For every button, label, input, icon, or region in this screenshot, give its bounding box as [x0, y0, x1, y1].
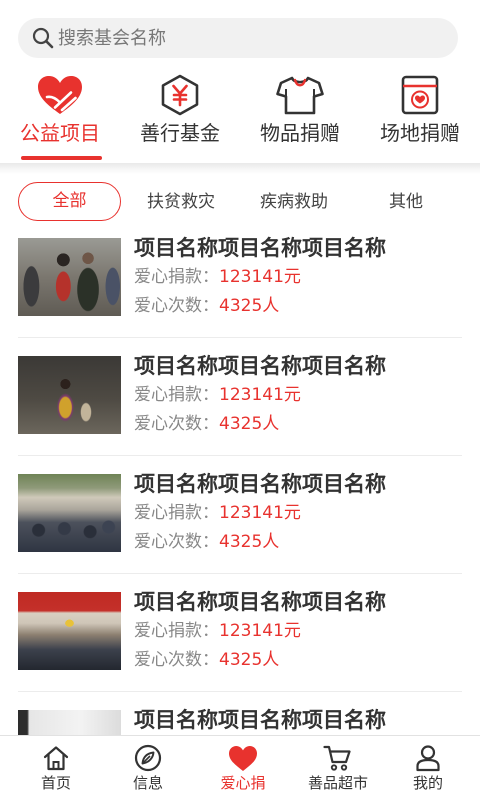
- heart-hand-icon: [0, 74, 120, 116]
- search-input[interactable]: [58, 18, 438, 58]
- heart-box-icon: [401, 75, 439, 115]
- project-title: 项目名称项目名称项目名称: [134, 472, 386, 496]
- nav-label: 信息: [132, 774, 163, 792]
- bottom-nav: 首页 信息 爱心捐 善品超市 我的: [0, 735, 480, 800]
- donation-row: 爱心捐款：123141元: [134, 502, 301, 524]
- donor-count-value: 4325人: [219, 532, 280, 552]
- category-label: 善行基金: [140, 121, 220, 145]
- donation-value: 123141元: [219, 503, 301, 523]
- nav-profile[interactable]: 我的: [383, 736, 473, 800]
- nav-love-donate[interactable]: 爱心捐: [198, 736, 288, 800]
- donor-count-label: 爱心次数：: [134, 414, 219, 434]
- compass-icon: [103, 743, 193, 773]
- nav-home[interactable]: 首页: [11, 736, 101, 800]
- category-tab-charity-fund[interactable]: 善行基金: [120, 70, 240, 163]
- active-category-indicator: [21, 156, 102, 160]
- donation-row: 爱心捐款：123141元: [134, 266, 301, 288]
- category-label: 场地捐赠: [380, 121, 460, 145]
- list-divider: [18, 573, 462, 574]
- nav-charity-mart[interactable]: 善品超市: [293, 736, 383, 800]
- project-title: 项目名称项目名称项目名称: [134, 354, 386, 378]
- filter-tab-all[interactable]: 全部: [18, 182, 121, 221]
- category-tab-venue-donation[interactable]: 场地捐赠: [360, 70, 480, 163]
- donor-count-label: 爱心次数：: [134, 650, 219, 670]
- yuan-hexagon-icon: [120, 74, 240, 116]
- project-item[interactable]: 项目名称项目名称项目名称 爱心捐款：123141元 爱心次数：4325人: [0, 354, 480, 474]
- nav-label: 首页: [40, 774, 71, 792]
- tshirt-icon: [276, 76, 324, 115]
- heart-hand-icon: [38, 76, 82, 114]
- section-divider: [0, 163, 480, 174]
- donor-count-value: 4325人: [219, 414, 280, 434]
- category-label: 物品捐赠: [260, 121, 340, 145]
- project-thumbnail: [18, 238, 121, 316]
- donation-label: 爱心捐款：: [134, 503, 219, 523]
- cart-icon: [293, 743, 383, 773]
- project-item[interactable]: 项目名称项目名称项目名称 爱心捐款：123141元 爱心次数：4325人: [0, 590, 480, 710]
- donor-count-value: 4325人: [219, 296, 280, 316]
- tshirt-icon: [240, 74, 360, 116]
- user-icon: [383, 743, 473, 773]
- project-title: 项目名称项目名称项目名称: [134, 236, 386, 260]
- compass-icon: [134, 744, 162, 772]
- project-item[interactable]: 项目名称项目名称项目名称 爱心捐款：123141元 爱心次数：4325人: [0, 236, 480, 356]
- donation-value: 123141元: [219, 385, 301, 405]
- category-tab-public-welfare[interactable]: 公益项目: [0, 70, 120, 163]
- search-icon: [32, 27, 54, 49]
- home-icon: [43, 746, 69, 771]
- donor-count-label: 爱心次数：: [134, 532, 219, 552]
- donor-count-label: 爱心次数：: [134, 296, 219, 316]
- filter-tab-other[interactable]: 其他: [356, 182, 456, 221]
- project-title: 项目名称项目名称项目名称: [134, 590, 386, 614]
- yuan-hexagon-icon: [161, 74, 199, 116]
- donation-row: 爱心捐款：123141元: [134, 384, 301, 406]
- project-thumbnail: [18, 474, 121, 552]
- nav-label: 我的: [412, 774, 443, 792]
- filter-tab-disease[interactable]: 疾病救助: [244, 182, 344, 221]
- donor-count-value: 4325人: [219, 650, 280, 670]
- project-list: 项目名称项目名称项目名称 爱心捐款：123141元 爱心次数：4325人 项目名…: [0, 230, 480, 735]
- cart-icon: [323, 745, 351, 771]
- project-thumbnail: [18, 710, 121, 735]
- donation-value: 123141元: [219, 267, 301, 287]
- home-icon: [11, 743, 101, 773]
- donor-count-row: 爱心次数：4325人: [134, 295, 279, 317]
- donation-label: 爱心捐款：: [134, 267, 219, 287]
- nav-label: 善品超市: [307, 774, 368, 792]
- donation-value: 123141元: [219, 621, 301, 641]
- donation-row: 爱心捐款：123141元: [134, 620, 301, 642]
- donor-count-row: 爱心次数：4325人: [134, 413, 279, 435]
- filter-tab-poverty-disaster[interactable]: 扶贫救灾: [131, 182, 231, 221]
- list-divider: [18, 691, 462, 692]
- donor-count-row: 爱心次数：4325人: [134, 649, 279, 671]
- category-label: 公益项目: [20, 121, 100, 145]
- project-thumbnail: [18, 592, 121, 670]
- nav-label: 爱心捐: [220, 774, 266, 792]
- nav-info[interactable]: 信息: [103, 736, 193, 800]
- heart-icon: [229, 745, 257, 771]
- list-divider: [18, 455, 462, 456]
- heart-icon: [198, 743, 288, 773]
- donation-label: 爱心捐款：: [134, 385, 219, 405]
- donation-label: 爱心捐款：: [134, 621, 219, 641]
- list-divider: [18, 337, 462, 338]
- donor-count-row: 爱心次数：4325人: [134, 531, 279, 553]
- search-bar[interactable]: [18, 18, 458, 58]
- project-item[interactable]: 项目名称项目名称项目名称 爱心捐款：123141元 爱心次数：4325人: [0, 472, 480, 592]
- project-title: 项目名称项目名称项目名称: [134, 708, 386, 732]
- category-bar: 公益项目 善行基金 物品捐赠 场地捐赠: [0, 70, 480, 163]
- project-thumbnail: [18, 356, 121, 434]
- category-tab-goods-donation[interactable]: 物品捐赠: [240, 70, 360, 163]
- user-icon: [416, 745, 440, 772]
- heart-box-icon: [360, 74, 480, 116]
- project-item[interactable]: 项目名称项目名称项目名称: [0, 708, 480, 735]
